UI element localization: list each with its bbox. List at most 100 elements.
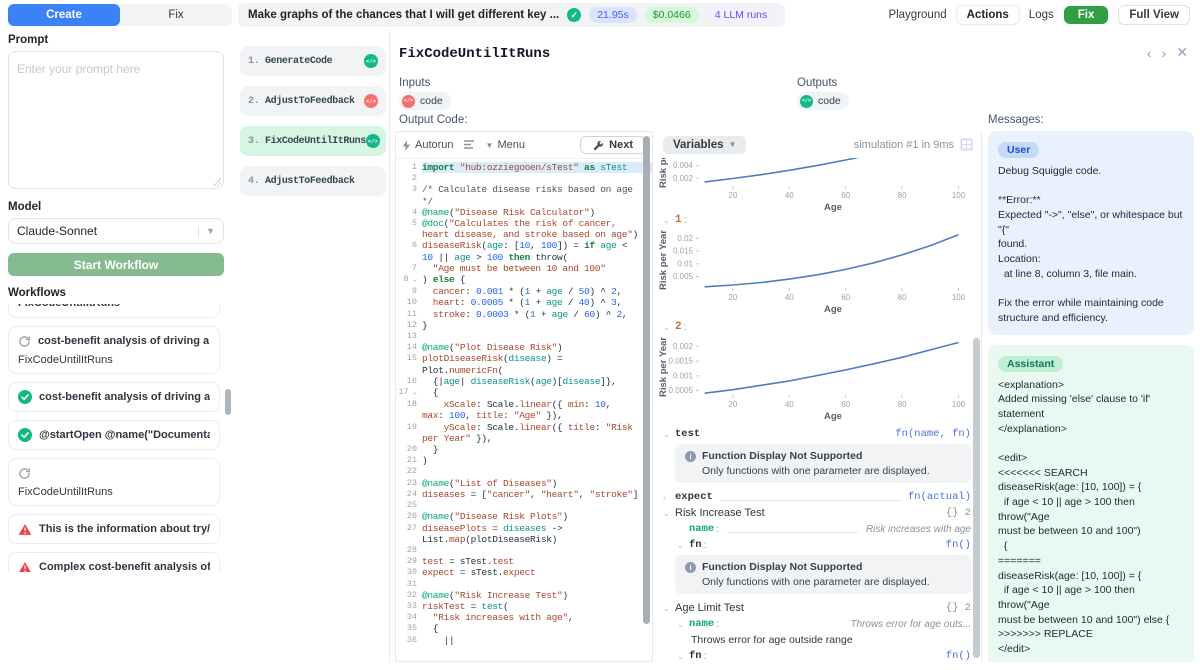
svg-text:Age: Age bbox=[824, 202, 842, 212]
variables-dropdown[interactable]: Variables ▼ bbox=[663, 136, 746, 154]
nav-playground[interactable]: Playground bbox=[888, 9, 946, 21]
column-divider bbox=[389, 30, 390, 662]
line-number bbox=[396, 229, 422, 240]
resize-handle-icon[interactable] bbox=[212, 177, 221, 186]
outputs-code-pill[interactable]: </> code bbox=[797, 92, 849, 110]
variable-row[interactable]: ⌄fn:fn() bbox=[655, 648, 981, 661]
variable-chart: 0.0020.00420406080100AgeRisk per Year bbox=[655, 158, 981, 212]
code-line: "Risk increases with age", bbox=[422, 612, 652, 623]
code-line: diseaseRisk(age: [10, 100]) = if age < bbox=[422, 240, 652, 251]
fix-tab-button[interactable]: Fix bbox=[120, 4, 232, 26]
workflow-item[interactable]: cost-benefit analysis of driving a small… bbox=[8, 326, 220, 374]
panel-nav: ‹ › ✕ bbox=[1147, 44, 1188, 61]
chevron-down-icon[interactable]: ⌄ bbox=[663, 604, 675, 613]
autorun-button[interactable]: Autorun bbox=[402, 139, 454, 151]
inputs-code-pill[interactable]: </> code bbox=[399, 92, 451, 110]
info-title-text: Function Display Not Supported bbox=[702, 450, 862, 462]
variables-scrollbar[interactable] bbox=[973, 338, 980, 658]
variable-row[interactable]: ⌄name:Throws error for age outs... bbox=[655, 616, 981, 632]
line-number: 4 bbox=[396, 207, 422, 218]
start-workflow-button[interactable]: Start Workflow bbox=[8, 253, 224, 276]
code-line: riskTest = test( bbox=[422, 601, 652, 612]
workflow-step-fixcodeuntilitruns[interactable]: 3.FixCodeUntilItRuns</> bbox=[240, 126, 386, 156]
workflow-item[interactable]: FixCodeUntilItRuns bbox=[8, 304, 220, 318]
fix-button[interactable]: Fix bbox=[1064, 6, 1109, 24]
nav-logs[interactable]: Logs bbox=[1029, 9, 1054, 21]
code-line: || bbox=[422, 635, 652, 646]
variable-key: fn bbox=[689, 539, 702, 551]
line-number: 17 ⌄ bbox=[396, 387, 422, 399]
code-body[interactable]: 1import "hub:ozziegooen/sTest" as sTest2… bbox=[396, 159, 652, 661]
chevron-down-icon[interactable]: ⌄ bbox=[677, 620, 689, 629]
workflow-item-title: FixCodeUntilItRuns bbox=[18, 304, 120, 309]
workflow-item[interactable]: cost-benefit analysis of driving a small… bbox=[8, 382, 220, 412]
code-row: 31 bbox=[396, 579, 652, 590]
code-line: diseasePlots = diseases -> bbox=[422, 523, 652, 534]
workflow-item[interactable]: FixCodeUntilItRuns bbox=[8, 458, 220, 506]
app-root: Create Fix Make graphs of the chances th… bbox=[0, 0, 1200, 670]
menu-button[interactable]: ▼ Menu bbox=[486, 139, 525, 151]
workflow-item[interactable]: This is the information about try/catch.… bbox=[8, 514, 220, 544]
code-row: 7 "Age must be between 10 and 100" bbox=[396, 263, 652, 274]
nav-actions[interactable]: Actions bbox=[957, 6, 1019, 24]
chevron-down-icon[interactable]: ⌄ bbox=[677, 652, 689, 661]
check-icon bbox=[18, 428, 32, 442]
index-label: 1 bbox=[675, 214, 682, 226]
code-line: @name("Plot Disease Risk") bbox=[422, 342, 652, 353]
variable-row[interactable]: ⌄testfn(name, fn) bbox=[655, 426, 981, 442]
code-row: 16 {|age| diseaseRisk(age)[disease]}, bbox=[396, 376, 652, 387]
prompt-input[interactable]: Enter your prompt here bbox=[8, 51, 224, 189]
next-step-icon[interactable]: › bbox=[1162, 45, 1167, 61]
variable-row[interactable]: ⌄Age Limit Test{} 2 bbox=[655, 600, 981, 616]
workflows-scrollbar[interactable] bbox=[225, 389, 231, 415]
line-number: 20 bbox=[396, 444, 422, 455]
assistant-message-text: <explanation> Added missing 'else' claus… bbox=[998, 378, 1184, 657]
workflow-step-generatecode[interactable]: 1.GenerateCode</> bbox=[240, 46, 386, 76]
code-line bbox=[422, 331, 652, 342]
function-display-note: iFunction Display Not SupportedOnly func… bbox=[675, 555, 971, 594]
model-select[interactable]: Claude-Sonnet | ▼ bbox=[8, 218, 224, 244]
next-button[interactable]: Next bbox=[580, 136, 646, 154]
chevron-down-icon[interactable]: ⌄ bbox=[663, 216, 675, 225]
variable-index-row[interactable]: ⌄2: bbox=[655, 319, 981, 335]
close-icon[interactable]: ✕ bbox=[1176, 44, 1188, 61]
svg-text:0.0005: 0.0005 bbox=[669, 386, 694, 395]
workflow-item[interactable]: @startOpen @name("Documentation") do... bbox=[8, 420, 220, 450]
code-line: "Age must be between 10 and 100" bbox=[422, 263, 652, 274]
info-icon: i bbox=[685, 562, 696, 573]
line-number: 13 bbox=[396, 331, 422, 342]
line-chart: 0.0020.00420406080100AgeRisk per Year bbox=[657, 158, 975, 212]
code-line: 10 || age > 100 then throw( bbox=[422, 252, 652, 263]
code-line: {|age| diseaseRisk(age)[disease]}, bbox=[422, 376, 652, 387]
chevron-down-icon[interactable]: ⌄ bbox=[677, 541, 689, 550]
line-number: 29 bbox=[396, 556, 422, 567]
variable-value: fn(name, fn) bbox=[895, 428, 971, 440]
full-view-button[interactable]: Full View bbox=[1118, 5, 1190, 25]
variable-row[interactable]: ⌄fn:fn() bbox=[655, 537, 981, 553]
line-number: 8 ⌄ bbox=[396, 274, 422, 286]
code-row: 13 bbox=[396, 331, 652, 342]
chevron-right-icon[interactable]: › bbox=[663, 493, 675, 502]
variable-row[interactable]: name:Risk increases with age bbox=[655, 521, 981, 537]
chevron-down-icon[interactable]: ⌄ bbox=[663, 323, 675, 332]
line-number: 28 bbox=[396, 545, 422, 556]
code-row: */ bbox=[396, 196, 652, 207]
svg-text:0.015: 0.015 bbox=[673, 247, 694, 256]
table-view-icon[interactable] bbox=[960, 138, 973, 151]
workflow-step-adjusttofeedback[interactable]: 2.AdjustToFeedback</> bbox=[240, 86, 386, 116]
variable-index-row[interactable]: ⌄1: bbox=[655, 212, 981, 228]
variable-row[interactable]: ⌄Risk Increase Test{} 2 bbox=[655, 505, 981, 521]
create-button[interactable]: Create bbox=[8, 4, 120, 26]
editor-scrollbar[interactable] bbox=[643, 136, 650, 624]
variable-row[interactable]: ›expectfn(actual) bbox=[655, 489, 981, 505]
format-icon[interactable] bbox=[464, 140, 476, 150]
run-status-bar[interactable]: Make graphs of the chances that I will g… bbox=[238, 3, 785, 27]
chevron-down-icon[interactable]: ⌄ bbox=[663, 509, 675, 518]
prev-step-icon[interactable]: ‹ bbox=[1147, 45, 1152, 61]
workflow-step-adjusttofeedback[interactable]: 4.AdjustToFeedback bbox=[240, 166, 386, 196]
inputs-pill-label: code bbox=[420, 95, 443, 107]
step-number: 1. bbox=[248, 56, 260, 67]
chevron-down-icon[interactable]: ⌄ bbox=[663, 430, 675, 439]
code-row: 25 bbox=[396, 500, 652, 511]
workflow-item[interactable]: Complex cost-benefit analysis of driving… bbox=[8, 552, 220, 572]
